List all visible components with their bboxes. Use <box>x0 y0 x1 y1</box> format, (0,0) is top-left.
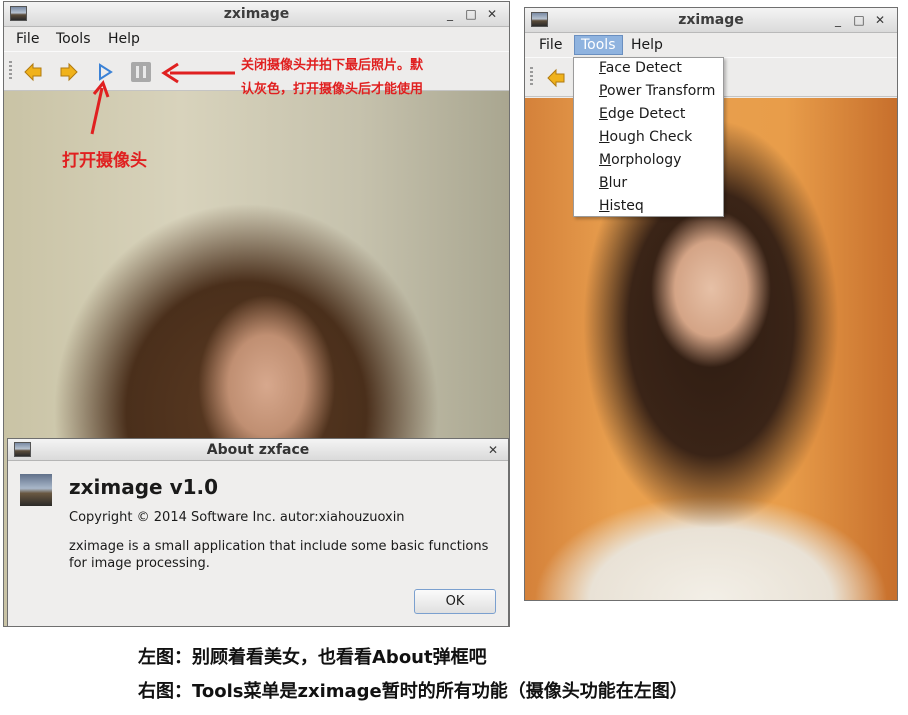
right-menu-tools[interactable]: Tools <box>574 35 623 55</box>
right-menu-help[interactable]: Help <box>631 37 663 53</box>
right-menu-file[interactable]: File <box>539 37 562 53</box>
caption-right: 右图：Tools菜单是zximage暂时的所有功能（摄像头功能在左图） <box>138 681 688 702</box>
maximize-icon[interactable]: □ <box>464 7 478 21</box>
right-maximize-icon[interactable]: □ <box>852 13 866 27</box>
menu-item-morphology[interactable]: Morphology <box>599 152 681 168</box>
about-dialog-title: About zxface <box>206 442 310 458</box>
about-title-bar[interactable]: About zxface ✕ <box>8 439 508 461</box>
play-annotation: 打开摄像头 <box>62 151 147 171</box>
menu-item-edge-detect[interactable]: Edge Detect <box>599 106 685 122</box>
pause-annotation-line1: 关闭摄像头并拍下最后照片。默 <box>241 58 424 73</box>
minimize-icon[interactable]: _ <box>443 7 457 21</box>
right-minimize-icon[interactable]: _ <box>831 13 845 27</box>
menu-item-histeq[interactable]: Histeq <box>599 198 644 214</box>
menu-item-blur[interactable]: Blur <box>599 175 627 191</box>
right-menu-bar: File Tools Help <box>525 33 897 57</box>
menu-item-hough-check[interactable]: Hough Check <box>599 129 692 145</box>
about-dialog: About zxface ✕ zximage v1.0 Copyright © … <box>7 438 509 627</box>
ok-button[interactable]: OK <box>414 589 496 614</box>
close-icon[interactable]: ✕ <box>485 7 499 21</box>
about-heading: zximage v1.0 <box>69 475 219 499</box>
menu-item-face-detect[interactable]: Face Detect <box>599 60 682 76</box>
right-arrow-left-icon[interactable] <box>545 67 567 89</box>
caption-left: 左图：别顾着看美女，也看看About弹框吧 <box>138 647 487 668</box>
pause-annotation-line2: 认灰色，打开摄像头后才能使用 <box>241 82 424 97</box>
tools-dropdown-menu: Face Detect Power Transform Edge Detect … <box>573 57 724 217</box>
right-title-bar[interactable]: zximage _ □ ✕ <box>525 8 897 33</box>
about-close-icon[interactable]: ✕ <box>486 443 500 457</box>
menu-item-power-transform[interactable]: Power Transform <box>599 83 715 99</box>
about-description-line1: zximage is a small application that incl… <box>69 539 489 554</box>
right-toolbar-grip[interactable] <box>530 67 533 87</box>
about-copyright: Copyright © 2014 Software Inc. autor:xia… <box>69 510 405 525</box>
annotation-arrows <box>90 62 235 135</box>
right-close-icon[interactable]: ✕ <box>873 13 887 27</box>
about-logo <box>20 474 52 506</box>
about-description-line2: for image processing. <box>69 556 210 571</box>
